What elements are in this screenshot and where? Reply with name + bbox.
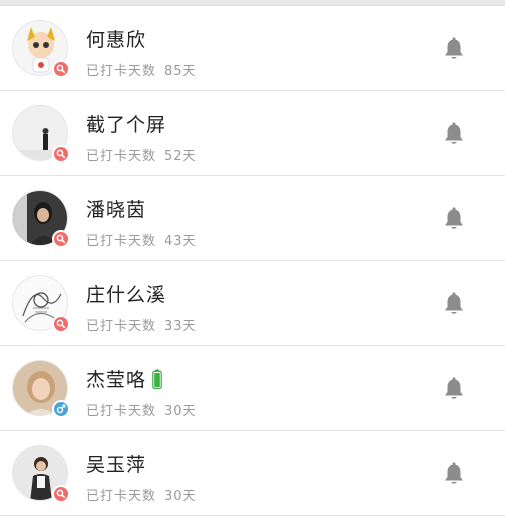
bell-icon[interactable]: [443, 292, 465, 316]
checkin-member-list: 何惠欣 已打卡天数 85天 截了个屏 已打卡天数 52天 潘晓茵 已打卡天数 4…: [0, 6, 505, 516]
avatar-container: [12, 275, 70, 333]
gender-badge: [52, 230, 70, 248]
male-symbol-icon: [56, 404, 66, 414]
checkin-days-value: 30天: [164, 489, 197, 504]
checkin-days-value: 52天: [164, 149, 197, 164]
member-name: 杰莹咯: [86, 365, 162, 392]
checkin-days-label: 已打卡天数: [86, 64, 157, 79]
checkin-days-value: 85天: [164, 64, 197, 79]
gender-badge: [52, 60, 70, 78]
member-name-text: 潘晓茵: [86, 199, 147, 221]
magnifier-female-icon: [56, 64, 66, 74]
list-item[interactable]: 截了个屏 已打卡天数 52天: [0, 91, 505, 176]
list-item[interactable]: 何惠欣 已打卡天数 85天: [0, 6, 505, 91]
member-name: 潘晓茵: [86, 195, 146, 222]
bell-icon[interactable]: [443, 122, 465, 146]
avatar-container: [12, 360, 70, 418]
checkin-days: 已打卡天数 43天: [86, 230, 197, 249]
member-name-text: 庄什么溪: [86, 284, 167, 306]
checkin-days: 已打卡天数 85天: [86, 60, 197, 79]
checkin-days-label: 已打卡天数: [86, 319, 157, 334]
gender-badge: [52, 485, 70, 503]
member-name: 截了个屏: [86, 110, 166, 137]
magnifier-female-icon: [56, 489, 66, 499]
magnifier-female-icon: [56, 319, 66, 329]
member-name-text: 吴玉萍: [86, 454, 147, 476]
avatar-container: [12, 190, 70, 248]
member-name-text: 何惠欣: [86, 29, 147, 51]
checkin-days-value: 33天: [164, 319, 197, 334]
bell-icon[interactable]: [443, 207, 465, 231]
checkin-days-label: 已打卡天数: [86, 404, 157, 419]
gender-badge: [52, 315, 70, 333]
bell-icon[interactable]: [443, 377, 465, 401]
member-name: 吴玉萍: [86, 450, 146, 477]
member-name-text: 截了个屏: [86, 114, 167, 136]
member-name-text: 杰莹咯: [86, 369, 147, 391]
avatar-container: [12, 20, 70, 78]
list-item[interactable]: 吴玉萍 已打卡天数 30天: [0, 431, 505, 516]
checkin-days-value: 43天: [164, 234, 197, 249]
checkin-days-value: 30天: [164, 404, 197, 419]
checkin-days: 已打卡天数 52天: [86, 145, 197, 164]
magnifier-female-icon: [56, 149, 66, 159]
bell-icon[interactable]: [443, 462, 465, 486]
bell-icon[interactable]: [443, 37, 465, 61]
checkin-days-label: 已打卡天数: [86, 489, 157, 504]
list-item[interactable]: 庄什么溪 已打卡天数 33天: [0, 261, 505, 346]
member-name: 何惠欣: [86, 25, 146, 52]
magnifier-female-icon: [56, 234, 66, 244]
gender-badge: [52, 145, 70, 163]
checkin-days-label: 已打卡天数: [86, 234, 157, 249]
member-name: 庄什么溪: [86, 280, 166, 307]
gender-badge: [52, 400, 70, 418]
avatar-container: [12, 445, 70, 503]
avatar-container: [12, 105, 70, 163]
checkin-days: 已打卡天数 30天: [86, 400, 197, 419]
checkin-days: 已打卡天数 30天: [86, 485, 197, 504]
battery-icon: [152, 369, 162, 389]
checkin-days-label: 已打卡天数: [86, 149, 157, 164]
checkin-days: 已打卡天数 33天: [86, 315, 197, 334]
list-item[interactable]: 潘晓茵 已打卡天数 43天: [0, 176, 505, 261]
list-item[interactable]: 杰莹咯 已打卡天数 30天: [0, 346, 505, 431]
